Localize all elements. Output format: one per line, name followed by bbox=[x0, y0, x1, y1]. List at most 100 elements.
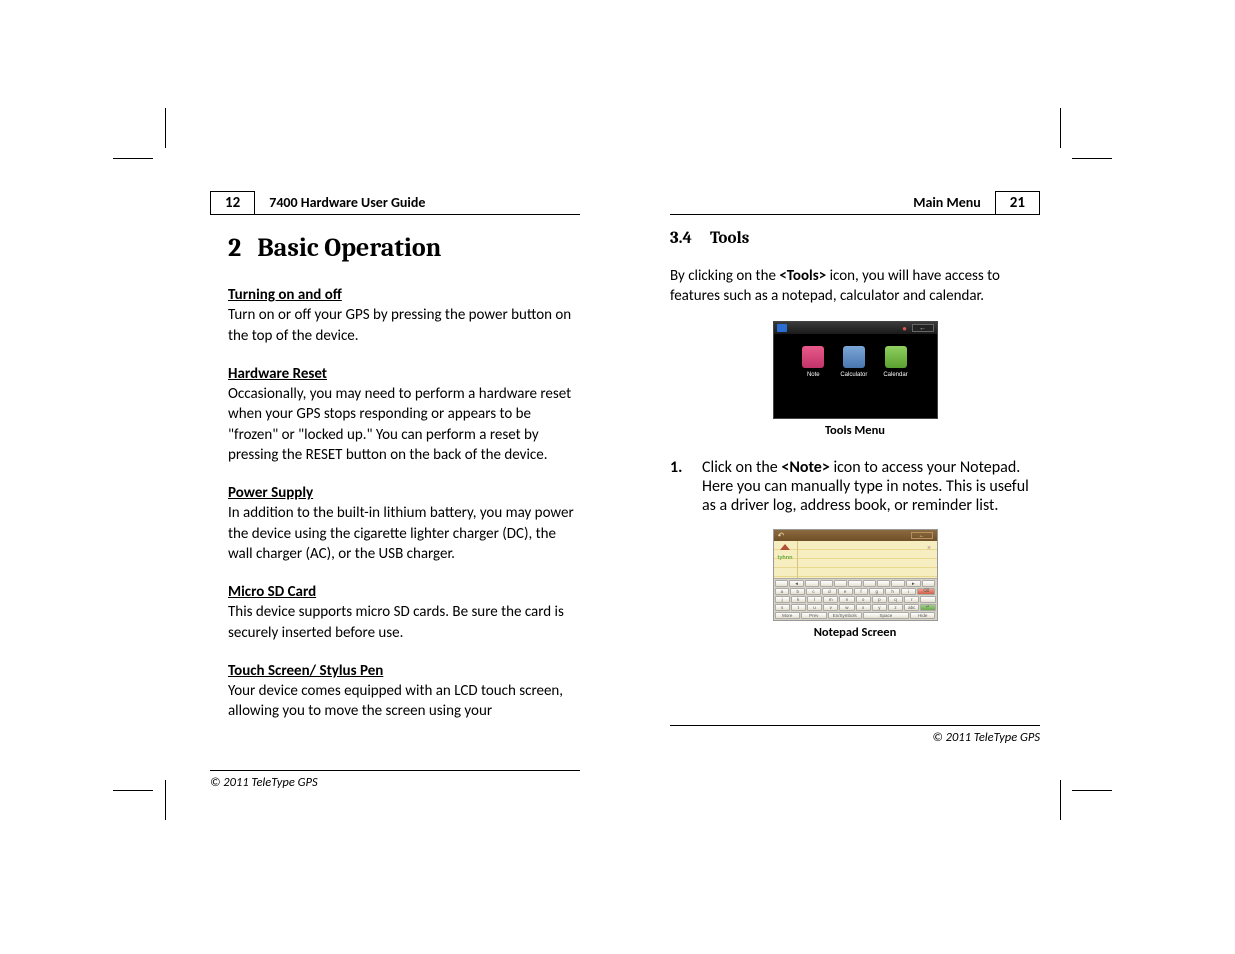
keyboard-key: c bbox=[806, 588, 821, 595]
keyboard-key: ► bbox=[906, 580, 922, 587]
tool-item-calculator: Calculator bbox=[840, 346, 867, 378]
subsection: Touch Screen/ Stylus PenYour device come… bbox=[228, 661, 580, 722]
keyboard-key bbox=[775, 580, 788, 587]
header-title-left: 7400 Hardware User Guide bbox=[269, 194, 425, 211]
keyboard-key: s bbox=[775, 604, 790, 611]
keyboard-key: w bbox=[839, 604, 854, 611]
subsection-body: This device supports micro SD cards. Be … bbox=[228, 602, 580, 643]
subsection-body: Your device comes equipped with an LCD t… bbox=[228, 681, 580, 722]
footer-right: © 2011 TeleType GPS bbox=[670, 725, 1040, 745]
keyboard-key: e bbox=[838, 588, 853, 595]
chapter-number: 2 bbox=[228, 233, 241, 263]
section-number: 3.4 bbox=[670, 229, 692, 248]
intro-paragraph: By clicking on the <Tools> icon, you wil… bbox=[670, 266, 1040, 307]
keyboard-key bbox=[877, 580, 890, 587]
keyboard-key: n bbox=[839, 596, 854, 603]
keyboard-key bbox=[805, 580, 818, 587]
subsection: Micro SD CardThis device supports micro … bbox=[228, 582, 580, 643]
keyboard-key: l bbox=[807, 596, 822, 603]
keyboard-key: Space bbox=[863, 612, 909, 619]
keyboard-key bbox=[863, 580, 876, 587]
keyboard-key: f bbox=[854, 588, 869, 595]
record-icon: ● bbox=[901, 324, 909, 332]
keyboard-key bbox=[820, 580, 833, 587]
step-number: 1. bbox=[670, 458, 702, 515]
chapter-title: Basic Operation bbox=[257, 233, 441, 263]
keyboard-key: v bbox=[823, 604, 838, 611]
keyboard-key bbox=[922, 580, 935, 587]
section-heading: 3.4 Tools bbox=[670, 229, 1040, 248]
keyboard-key bbox=[834, 580, 847, 587]
note-icon bbox=[802, 346, 824, 368]
keyboard-key: ↵ bbox=[920, 604, 935, 611]
subsection: Turning on and off Turn on or off your G… bbox=[228, 285, 580, 346]
keyboard-key: More bbox=[775, 612, 801, 619]
calendar-icon bbox=[885, 346, 907, 368]
page-number-right: 21 bbox=[995, 191, 1040, 215]
keyboard-key: z bbox=[888, 604, 903, 611]
keyboard-key bbox=[848, 580, 861, 587]
keyboard-key: u bbox=[807, 604, 822, 611]
undo-icon: ↶ bbox=[778, 531, 785, 540]
keyboard-key: Prev bbox=[801, 612, 827, 619]
keyboard-key: abc bbox=[904, 604, 919, 611]
subsection-heading: Power Supply bbox=[228, 483, 580, 503]
page-header-left: 12 7400 Hardware User Guide bbox=[210, 190, 580, 215]
tool-label: Calendar bbox=[883, 372, 907, 378]
figure-caption-2: Notepad Screen bbox=[670, 625, 1040, 640]
subsection-heading: Turning on and off bbox=[228, 285, 580, 305]
step-1: 1. Click on the <Note> icon to access yo… bbox=[670, 458, 1040, 515]
keyboard-key: t bbox=[791, 604, 806, 611]
tool-item-calendar: Calendar bbox=[883, 346, 907, 378]
keyboard-key: i bbox=[901, 588, 916, 595]
keyboard: ◄►abcdefghi⌫jklmnopqrstuvwxyzabc↵MorePre… bbox=[774, 578, 937, 620]
keyboard-key: Hide bbox=[910, 612, 936, 619]
keyboard-key: m bbox=[823, 596, 838, 603]
keyboard-key: y bbox=[872, 604, 887, 611]
keyboard-key: b bbox=[790, 588, 805, 595]
page-left: 12 7400 Hardware User Guide 2 Basic Opera… bbox=[210, 190, 580, 790]
tools-menu-screenshot: ● ← Note Calculator Calendar bbox=[773, 321, 938, 419]
header-title-right: Main Menu bbox=[913, 194, 981, 211]
keyboard-key: o bbox=[856, 596, 871, 603]
subsection-heading: Touch Screen/ Stylus Pen bbox=[228, 661, 580, 681]
tool-label: Note bbox=[802, 372, 824, 378]
keyboard-key: h bbox=[885, 588, 900, 595]
keyboard-key: p bbox=[872, 596, 887, 603]
close-icon: × bbox=[926, 545, 933, 552]
keyboard-key: ⌫ bbox=[917, 588, 936, 595]
keyboard-key: d bbox=[822, 588, 837, 595]
keyboard-key bbox=[920, 596, 935, 603]
subsection: Hardware ResetOccasionally, you may need… bbox=[228, 364, 580, 465]
subsection-body: Occasionally, you may need to perform a … bbox=[228, 384, 580, 465]
subsection-body: Turn on or off your GPS by pressing the … bbox=[228, 305, 580, 346]
subsection-heading: Micro SD Card bbox=[228, 582, 580, 602]
keyboard-key: g bbox=[869, 588, 884, 595]
keyboard-key: ◄ bbox=[789, 580, 805, 587]
notepad-side-label: tyhnn bbox=[778, 555, 793, 561]
page-right: Main Menu 21 3.4 Tools By clicking on the… bbox=[670, 190, 1040, 790]
keyboard-key: q bbox=[888, 596, 903, 603]
home-icon bbox=[777, 324, 787, 332]
step-body: Click on the <Note> icon to access your … bbox=[702, 458, 1040, 515]
page-number-left: 12 bbox=[210, 191, 255, 215]
back-arrow-icon: ← bbox=[911, 532, 933, 539]
notepad-screenshot: ↶ ← tyhnn × ◄►abcdefghi⌫jklmnopqrstuvwxy… bbox=[773, 529, 938, 621]
footer-left: © 2011 TeleType GPS bbox=[210, 770, 580, 790]
subsection-heading: Hardware Reset bbox=[228, 364, 580, 384]
keyboard-key: k bbox=[791, 596, 806, 603]
keyboard-key: En/Symbols bbox=[828, 612, 862, 619]
back-arrow-icon: ← bbox=[912, 324, 934, 332]
figure-caption-1: Tools Menu bbox=[670, 423, 1040, 438]
keyboard-key: r bbox=[904, 596, 919, 603]
calculator-icon bbox=[843, 346, 865, 368]
keyboard-key: j bbox=[775, 596, 790, 603]
subsection-body: In addition to the built-in lithium batt… bbox=[228, 503, 580, 564]
up-triangle-icon bbox=[780, 544, 790, 550]
subsection: Power SupplyIn addition to the built-in … bbox=[228, 483, 580, 564]
keyboard-key bbox=[891, 580, 904, 587]
figure-notepad: ↶ ← tyhnn × ◄►abcdefghi⌫jklmnopqrstuvwxy… bbox=[670, 529, 1040, 640]
section-title: Tools bbox=[710, 229, 749, 248]
chapter-heading: 2 Basic Operation bbox=[210, 233, 580, 263]
keyboard-key: a bbox=[775, 588, 790, 595]
